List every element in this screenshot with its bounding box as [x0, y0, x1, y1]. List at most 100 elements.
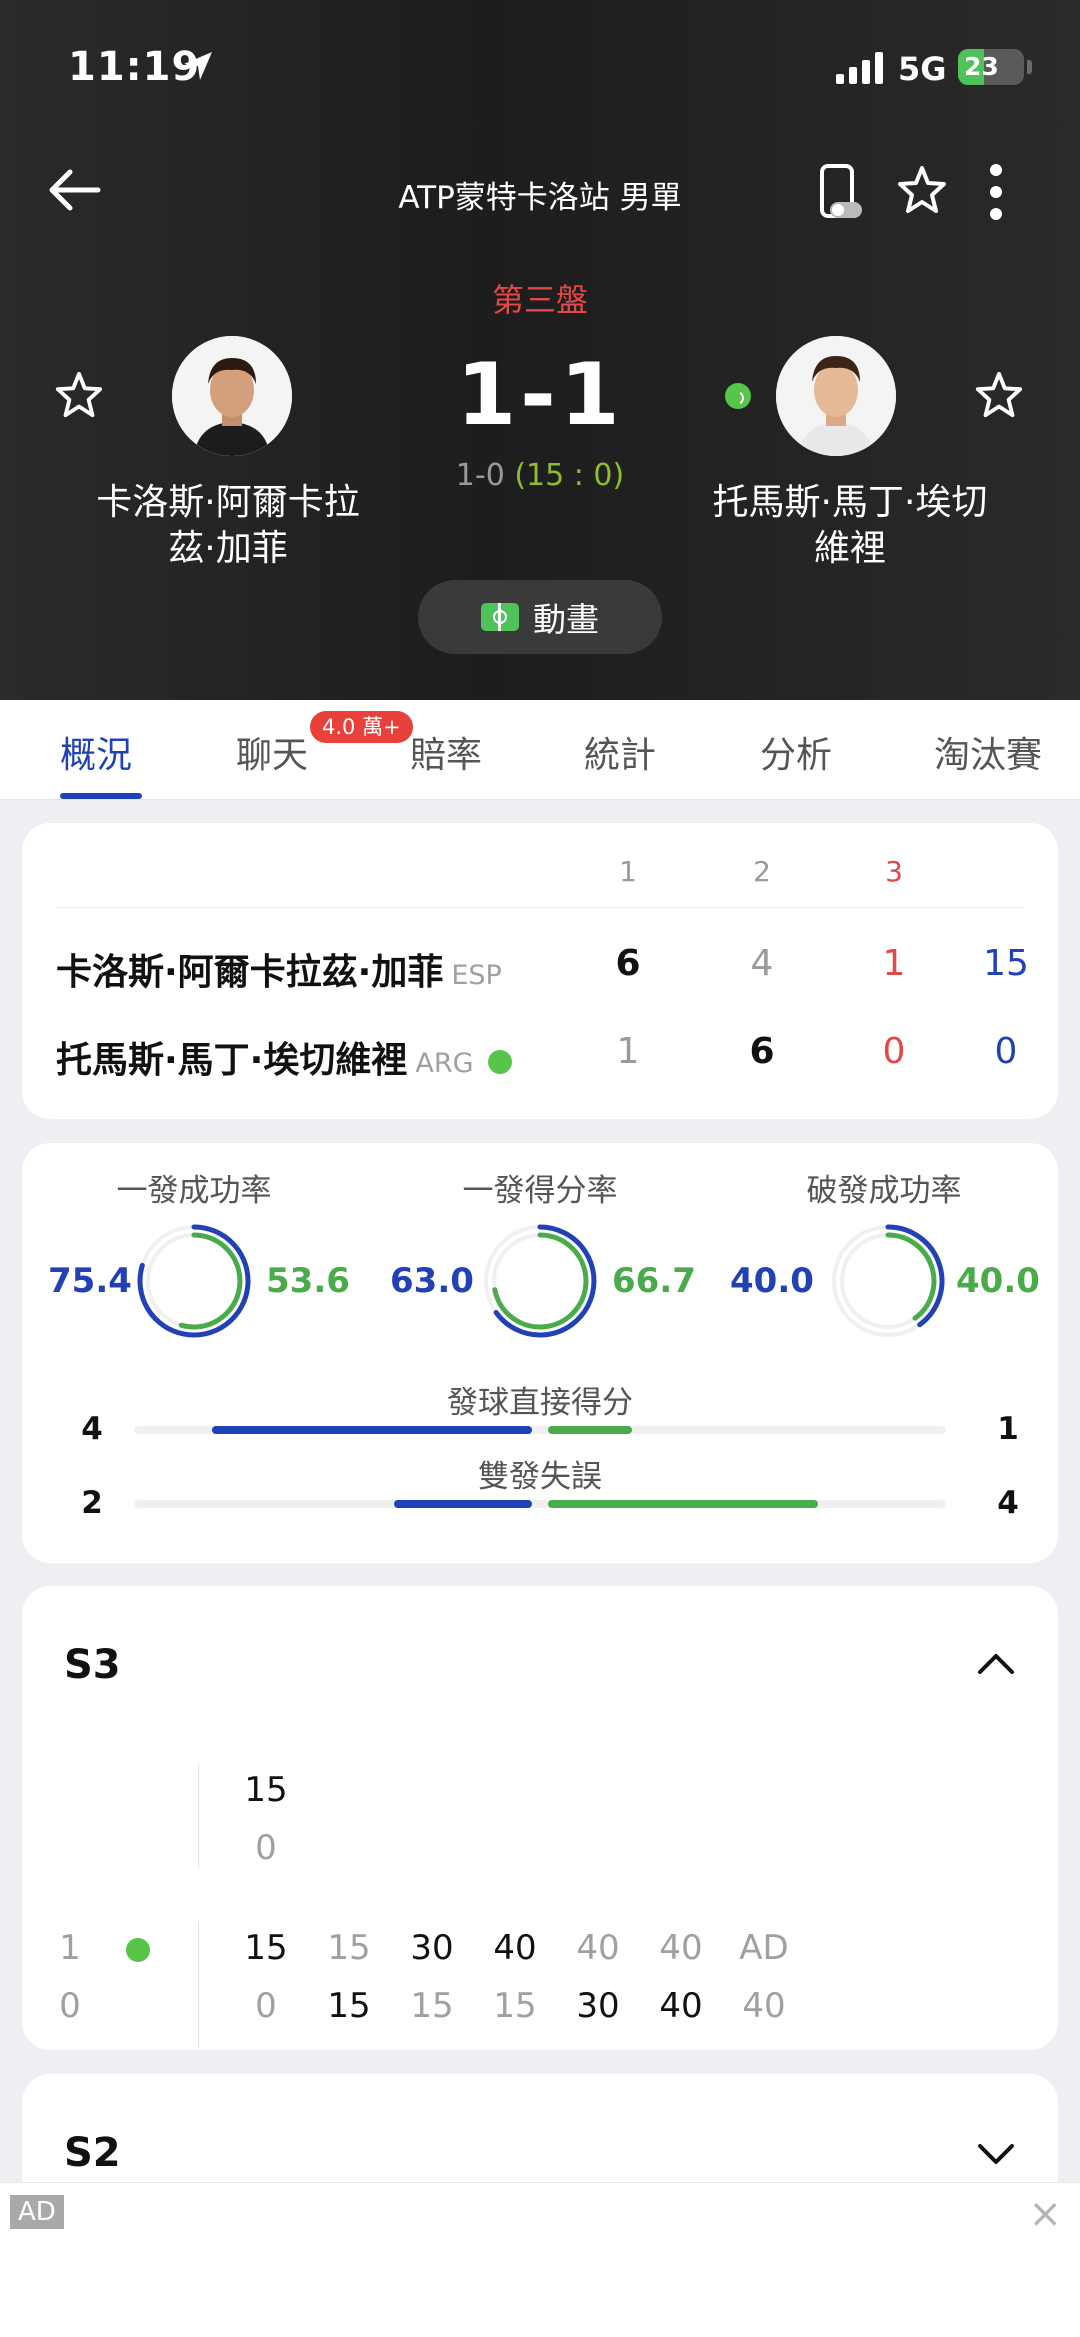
player2-set3: 0 — [882, 1031, 906, 1072]
tab-stats[interactable]: 統計 — [584, 726, 656, 778]
set-score: 1-1 — [456, 345, 624, 445]
status-bar: 11:19 5G 23 — [0, 0, 1080, 130]
pitch-icon — [481, 603, 519, 631]
serving-ball-icon — [126, 1938, 150, 1962]
stat-label-break-points: 破發成功率 — [806, 1173, 962, 1209]
aces-left: 4 — [81, 1411, 103, 1447]
player1-avatar[interactable] — [172, 336, 292, 456]
player1-country: ESP — [451, 960, 502, 991]
double-faults-left: 2 — [81, 1485, 103, 1521]
tab-chat[interactable]: 聊天 — [236, 726, 308, 778]
location-arrow-icon — [180, 48, 216, 88]
divider — [198, 1922, 199, 2048]
set-header-1: 1 — [619, 855, 637, 888]
battery-icon: 23 — [958, 49, 1024, 85]
ad-banner[interactable]: AD × — [0, 2182, 1080, 2337]
bar-label-double-faults: 雙發失誤 — [478, 1459, 602, 1495]
set2-title: S2 — [64, 2130, 121, 2176]
point-p1: 40 — [659, 1928, 703, 1968]
first-serve-points-ring — [484, 1224, 597, 1338]
match-header: 11:19 5G 23 ATP蒙特卡洛站 男單 第三盤 1-1 1-0 (15 … — [0, 0, 1080, 700]
point-p2: 15 — [327, 1986, 371, 2026]
tab-bar: 概況 聊天 賠率 統計 分析 淘汰賽 — [0, 700, 1080, 800]
tab-odds[interactable]: 賠率 — [410, 726, 482, 778]
stat-label-first-serve: 一發成功率 — [116, 1173, 272, 1209]
stat-left-value: 63.0 — [390, 1261, 474, 1301]
page-title: ATP蒙特卡洛站 男單 — [398, 180, 682, 216]
point-p2: 30 — [576, 1986, 620, 2026]
player2-set2: 6 — [749, 1031, 775, 1072]
signal-icon — [836, 52, 886, 88]
ad-tag: AD — [10, 2195, 64, 2229]
player2-favorite-icon[interactable] — [974, 370, 1024, 424]
player1-favorite-icon[interactable] — [54, 370, 104, 424]
scoreboard-card: 1 2 3 卡洛斯·阿爾卡拉茲·加菲 ESP 6 4 1 15 托馬斯·馬丁·埃切… — [22, 823, 1058, 1119]
tab-knockout[interactable]: 淘汰賽 — [934, 726, 1042, 778]
player2-points: 0 — [994, 1031, 1018, 1072]
set3-title: S3 — [64, 1642, 121, 1688]
game2-games-p2: 0 — [59, 1986, 81, 2026]
serving-ball-icon — [725, 383, 751, 409]
current-points: (15 : 0) — [514, 458, 625, 493]
stat-left-value: 75.4 — [48, 1261, 132, 1301]
player1-name[interactable]: 卡洛斯·阿爾卡拉 茲·加菲 — [18, 480, 438, 572]
game1-point-p2: 0 — [255, 1828, 277, 1868]
stats-card: 一發成功率 75.4 53.6 一發得分率 63.0 66.7 破發成功率 40… — [22, 1143, 1058, 1563]
stat-right-value: 66.7 — [612, 1261, 696, 1301]
bar-label-aces: 發球直接得分 — [447, 1385, 633, 1421]
close-icon[interactable]: × — [1028, 2191, 1062, 2237]
chat-count-badge: 4.0 萬+ — [310, 711, 413, 743]
point-p2: 0 — [255, 1986, 277, 2026]
divider — [198, 1764, 199, 1868]
current-games: 1-0 — [455, 458, 505, 493]
point-p2: 40 — [659, 1986, 703, 2026]
favorite-star-icon[interactable] — [896, 164, 948, 220]
player1-row-name: 卡洛斯·阿爾卡拉茲·加菲 ESP — [56, 952, 502, 993]
double-faults-bar — [134, 1500, 946, 1508]
back-arrow-icon[interactable] — [44, 160, 108, 220]
point-p1: 40 — [493, 1928, 537, 1968]
point-p2: 15 — [410, 1986, 454, 2026]
set-header-2: 2 — [753, 855, 771, 888]
battery-level: 23 — [964, 52, 999, 81]
divider — [56, 907, 1024, 908]
game1-point-p1: 15 — [244, 1770, 288, 1810]
player2-row-name: 托馬斯·馬丁·埃切維裡 ARG — [56, 1031, 512, 1083]
player1-set2: 4 — [750, 943, 774, 984]
set-header-3: 3 — [885, 855, 903, 888]
stat-left-value: 40.0 — [730, 1261, 814, 1301]
point-p1: 15 — [327, 1928, 371, 1968]
tab-underline — [60, 793, 142, 799]
phone-toggle-icon[interactable] — [818, 162, 868, 226]
stat-label-first-serve-points: 一發得分率 — [462, 1173, 618, 1209]
player2-name[interactable]: 托馬斯·馬丁·埃切 維裡 — [640, 480, 1060, 572]
player1-set3: 1 — [882, 943, 906, 984]
stat-right-value: 40.0 — [956, 1261, 1040, 1301]
point-p1: 15 — [244, 1928, 288, 1968]
player2-avatar[interactable] — [776, 336, 896, 456]
chevron-down-icon[interactable] — [976, 2140, 1016, 2172]
more-options-icon[interactable] — [988, 162, 1004, 226]
animation-button[interactable]: 動畫 — [418, 580, 662, 654]
tab-overview[interactable]: 概況 — [60, 726, 132, 778]
game2-games-p1: 1 — [59, 1928, 81, 1968]
aces-right: 1 — [997, 1411, 1019, 1447]
point-p1: 30 — [410, 1928, 454, 1968]
tab-analysis[interactable]: 分析 — [760, 726, 832, 778]
player1-points: 15 — [983, 943, 1029, 984]
player2-set1: 1 — [616, 1031, 640, 1072]
chevron-up-icon[interactable] — [976, 1648, 1016, 1680]
aces-bar-player1 — [212, 1426, 532, 1434]
current-set-label: 第三盤 — [491, 281, 588, 319]
serving-ball-icon — [487, 1050, 512, 1074]
break-points-ring — [832, 1224, 945, 1337]
set3-card: S3 15 0 1 0 15 15 30 40 40 40 AD 0 15 15… — [22, 1586, 1058, 2050]
stat-right-value: 53.6 — [266, 1261, 350, 1301]
point-p1: AD — [739, 1928, 789, 1968]
double-faults-bar-player1 — [394, 1500, 532, 1508]
point-p2: 15 — [493, 1986, 537, 2026]
player2-country: ARG — [415, 1048, 474, 1079]
point-p1: 40 — [576, 1928, 620, 1968]
double-faults-right: 4 — [997, 1485, 1019, 1521]
double-faults-bar-player2 — [548, 1500, 818, 1508]
